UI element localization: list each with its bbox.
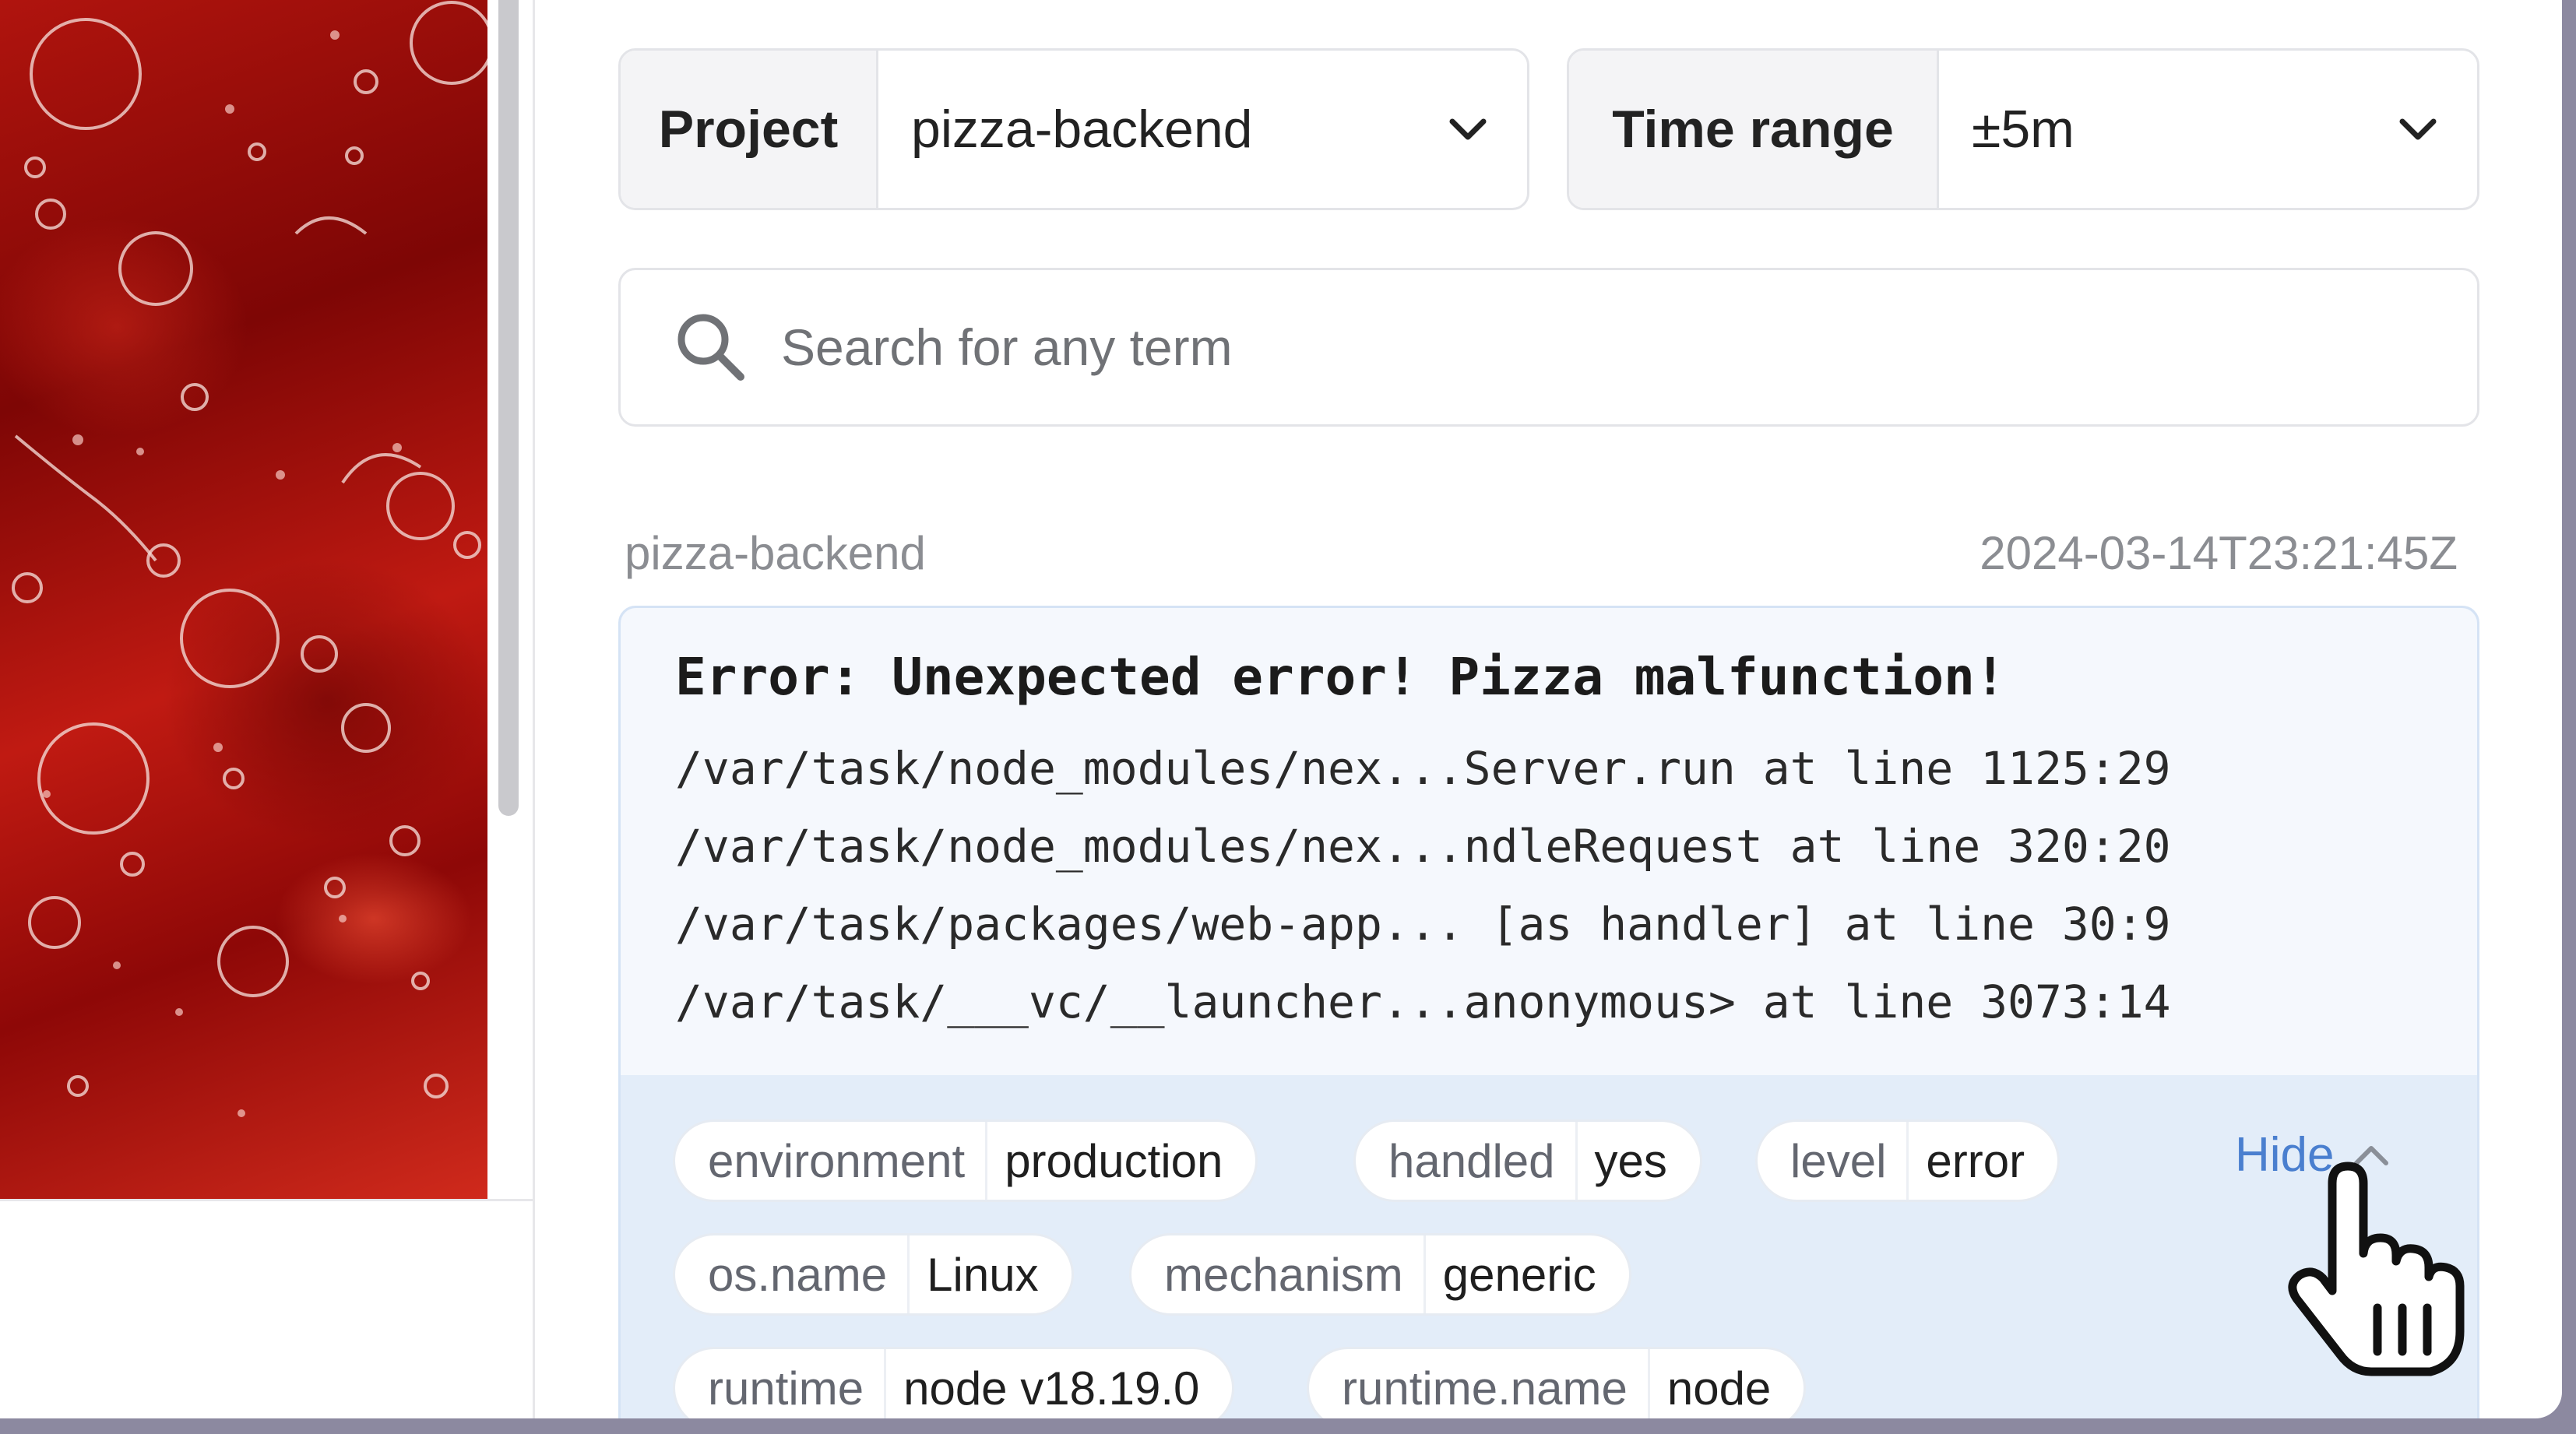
tag-runtime-name[interactable]: runtime.name node bbox=[1307, 1347, 1807, 1418]
tag-value: error bbox=[1906, 1122, 2057, 1200]
pizza-sauce-image bbox=[0, 0, 487, 1199]
tag-mechanism[interactable]: mechanism generic bbox=[1129, 1233, 1631, 1316]
tag-runtime[interactable]: runtime node v18.19.0 bbox=[673, 1347, 1235, 1418]
stack-frame: /var/task/node_modules/nex...ndleRequest… bbox=[675, 820, 2171, 873]
tag-key: mechanism bbox=[1164, 1248, 1403, 1301]
stack-frame: /var/task/packages/web-app... [as handle… bbox=[675, 898, 2171, 951]
tag-handled[interactable]: handled yes bbox=[1353, 1119, 1702, 1202]
tag-key: os.name bbox=[708, 1248, 888, 1301]
tag-value: production bbox=[985, 1122, 1255, 1200]
hand-pointer-cursor bbox=[2288, 1162, 2465, 1376]
project-value: pizza-backend bbox=[911, 100, 1253, 159]
tag-os-name[interactable]: os.name Linux bbox=[673, 1233, 1074, 1316]
time-range-selector[interactable]: Time range ±5m bbox=[1567, 48, 2479, 210]
search-icon bbox=[677, 314, 744, 381]
divider bbox=[0, 1199, 533, 1201]
stack-trace-panel: Error: Unexpected error! Pizza malfuncti… bbox=[621, 608, 2477, 1075]
time-range-label: Time range bbox=[1569, 51, 1939, 208]
scrollbar-thumb[interactable] bbox=[498, 0, 519, 816]
chevron-down-icon bbox=[2399, 118, 2437, 140]
stack-frame: /var/task/___vc/__launcher...anonymous> … bbox=[675, 975, 2171, 1028]
bubble-texture bbox=[12, 1, 487, 1117]
tag-value: Linux bbox=[907, 1235, 1071, 1313]
stack-frame: /var/task/node_modules/nex...Server.run … bbox=[675, 742, 2171, 795]
tag-value: node v18.19.0 bbox=[884, 1349, 1232, 1418]
project-selector[interactable]: Project pizza-backend bbox=[618, 48, 1529, 210]
tag-key: runtime.name bbox=[1342, 1362, 1628, 1415]
error-title: Error: Unexpected error! Pizza malfuncti… bbox=[675, 647, 2006, 707]
tag-value: node bbox=[1647, 1349, 1804, 1418]
left-pane bbox=[0, 0, 535, 1418]
search-input[interactable] bbox=[779, 317, 2477, 378]
time-range-select[interactable]: ±5m bbox=[1939, 51, 2477, 208]
tag-key: environment bbox=[708, 1134, 966, 1187]
time-range-value: ±5m bbox=[1972, 100, 2075, 159]
tag-environment[interactable]: environment production bbox=[673, 1119, 1258, 1202]
tag-value: yes bbox=[1575, 1122, 1700, 1200]
event-project-name: pizza-backend bbox=[625, 527, 926, 579]
tag-level[interactable]: level error bbox=[1755, 1119, 2060, 1202]
tag-key: runtime bbox=[708, 1362, 864, 1415]
tag-key: handled bbox=[1388, 1134, 1555, 1187]
tag-value: generic bbox=[1423, 1235, 1629, 1313]
search-box[interactable] bbox=[618, 268, 2479, 427]
project-label: Project bbox=[621, 51, 878, 208]
project-select[interactable]: pizza-backend bbox=[878, 51, 1527, 208]
event-timestamp: 2024-03-14T23:21:45Z bbox=[1980, 527, 2458, 579]
chevron-down-icon bbox=[1449, 118, 1487, 140]
app-window: Project pizza-backend Time range ±5m piz… bbox=[0, 0, 2562, 1418]
tag-key: level bbox=[1790, 1134, 1887, 1187]
